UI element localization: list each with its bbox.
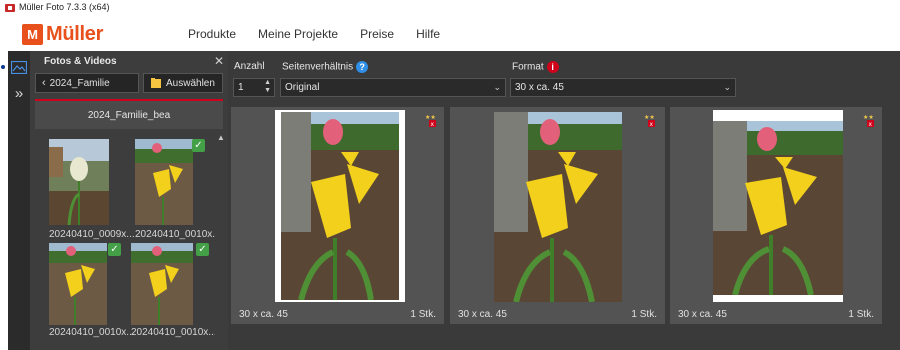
thumbnail-filename: 20240410_0010x... [131, 327, 215, 338]
photo-thumbnail [131, 243, 193, 325]
print-photo [494, 112, 622, 302]
svg-text:x: x [869, 121, 873, 127]
chevron-left-icon: ‹ [42, 77, 46, 89]
thumbnail-grid: 20240410_0009x... ✓ 20240410_0010x... ✓ … [35, 133, 215, 350]
thumbnail-scrollbar[interactable]: ▲ [216, 133, 226, 350]
print-format-text: 30 x ca. 45 [678, 309, 727, 320]
selected-check-icon: ✓ [108, 243, 121, 256]
svg-text:x: x [431, 121, 435, 127]
nav-meine-projekte[interactable]: Meine Projekte [258, 27, 338, 41]
svg-text:★★: ★★ [863, 114, 874, 121]
format-label-group: Format i [512, 61, 559, 73]
folder-icon [151, 77, 161, 88]
ratio-label: Seitenverhältnis [282, 61, 354, 73]
logo-text: Müller [46, 22, 104, 45]
format-select[interactable]: 30 x ca. 45 ⌄ [510, 78, 736, 97]
print-format-text: 30 x ca. 45 [458, 309, 507, 320]
photos-tool-button[interactable] [10, 58, 28, 76]
thumbnail-filename: 20240410_0010x... [49, 327, 135, 338]
chevron-down-icon: ⌄ [493, 82, 501, 92]
app-icon [5, 4, 15, 12]
main-nav: Produkte Meine Projekte Preise Hilfe [188, 27, 462, 41]
ratio-value: Original [285, 82, 320, 93]
left-edge [0, 51, 8, 350]
print-qty-text: 1 Stk. [848, 309, 874, 320]
back-folder-button[interactable]: ‹ 2024_Familie [35, 73, 139, 93]
scroll-up-icon[interactable]: ▲ [216, 133, 226, 143]
remove-print-icon[interactable]: ★★ x [862, 113, 876, 127]
edge-dot [1, 65, 5, 69]
help-icon[interactable]: ? [356, 61, 369, 73]
print-photo [281, 112, 399, 300]
expand-panel-button[interactable]: » [10, 84, 28, 102]
nav-produkte[interactable]: Produkte [188, 27, 236, 41]
format-value: 30 x ca. 45 [515, 82, 564, 93]
editor-footer [228, 325, 900, 350]
anzahl-value: 1 [238, 82, 244, 93]
double-chevron-right-icon: » [14, 84, 24, 102]
thumbnail-filename: 20240410_0009x... [49, 229, 135, 240]
nav-preise[interactable]: Preise [360, 27, 394, 41]
svg-text:★★: ★★ [425, 114, 436, 121]
photo-thumbnail [49, 243, 107, 325]
current-folder-bar: 2024_Familie_bea [35, 99, 223, 129]
print-photo [713, 121, 843, 295]
selected-check-icon: ✓ [192, 139, 205, 152]
remove-print-icon[interactable]: ★★ x [643, 113, 657, 127]
logo-mark-icon: M [22, 23, 43, 45]
print-card[interactable]: ★★ x 30 x ca. 45 1 Stk. [231, 107, 444, 324]
select-label: Auswählen [166, 77, 215, 89]
chevron-down-icon: ⌄ [723, 82, 731, 92]
print-format-text: 30 x ca. 45 [239, 309, 288, 320]
nav-hilfe[interactable]: Hilfe [416, 27, 440, 41]
window-title: Müller Foto 7.3.3 (x64) [19, 2, 110, 12]
selected-check-icon: ✓ [196, 243, 209, 256]
title-bar: Müller Foto 7.3.3 (x64) [0, 0, 900, 17]
select-button[interactable]: Auswählen [143, 73, 223, 93]
photo-thumbnail [49, 139, 109, 225]
sidebar-title: Fotos & Videos [44, 56, 117, 67]
menu-bar: M Müller Produkte Meine Projekte Preise … [0, 17, 900, 51]
print-qty-text: 1 Stk. [410, 309, 436, 320]
product-editor: Anzahl Seitenverhältnis? Format i 1 ▲ ▼ Or… [228, 51, 900, 350]
print-card[interactable]: ★★ x 30 x ca. 45 1 Stk. [670, 107, 882, 324]
tool-rail: » [8, 51, 30, 350]
stepper-arrows-icon[interactable]: ▲ ▼ [264, 79, 271, 95]
image-icon [11, 60, 27, 74]
anzahl-label: Anzahl [234, 61, 265, 72]
ratio-select[interactable]: Original ⌄ [280, 78, 506, 97]
remove-print-icon[interactable]: ★★ x [424, 113, 438, 127]
photo-thumbnail [135, 139, 193, 225]
print-qty-text: 1 Stk. [631, 309, 657, 320]
format-label: Format [512, 61, 544, 73]
print-card[interactable]: ★★ x 30 x ca. 45 1 Stk. [450, 107, 665, 324]
current-folder-name: 2024_Familie_bea [87, 109, 171, 121]
photos-sidebar: Fotos & Videos ✕ ‹ 2024_Familie Auswähle… [30, 51, 228, 350]
svg-text:x: x [650, 121, 654, 127]
close-icon[interactable]: ✕ [214, 54, 224, 68]
thumbnail-filename: 20240410_0010x... [135, 229, 215, 240]
svg-text:★★: ★★ [644, 114, 655, 121]
mueller-logo[interactable]: M Müller [22, 23, 103, 45]
info-icon[interactable]: i [546, 61, 559, 73]
anzahl-stepper[interactable]: 1 ▲ ▼ [233, 78, 275, 97]
back-folder-label: 2024_Familie [49, 77, 110, 89]
ratio-label-group: Seitenverhältnis? [282, 61, 369, 73]
